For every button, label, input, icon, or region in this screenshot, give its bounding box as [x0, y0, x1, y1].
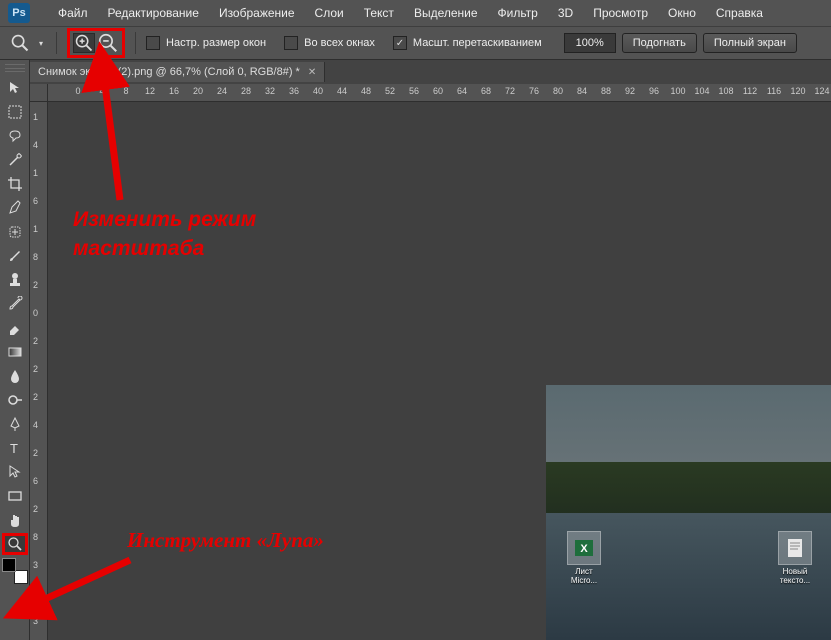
menu-help[interactable]: Справка: [706, 6, 773, 20]
toolbox: T: [0, 60, 30, 640]
blur-tool[interactable]: [2, 365, 28, 387]
rectangle-tool[interactable]: [2, 485, 28, 507]
document-tab-title: Снимок экрана (2).png @ 66,7% (Слой 0, R…: [38, 66, 300, 78]
svg-text:X: X: [580, 543, 588, 555]
dodge-tool[interactable]: [2, 389, 28, 411]
scrubby-zoom-checkbox[interactable]: ✓: [393, 36, 407, 50]
move-tool[interactable]: [2, 77, 28, 99]
tool-preset-dropdown[interactable]: ▾: [36, 39, 46, 48]
menu-filter[interactable]: Фильтр: [488, 6, 548, 20]
resize-windows-label: Настр. размер окон: [166, 37, 266, 49]
menu-window[interactable]: Окно: [658, 6, 706, 20]
svg-text:T: T: [10, 441, 18, 456]
toolbox-grip[interactable]: [5, 64, 25, 72]
full-screen-button[interactable]: Полный экран: [703, 33, 797, 53]
type-tool[interactable]: T: [2, 437, 28, 459]
menu-image[interactable]: Изображение: [209, 6, 305, 20]
horizontal-ruler[interactable]: 0481216202428323640444852566064687276808…: [48, 84, 831, 102]
menu-select[interactable]: Выделение: [404, 6, 488, 20]
canvas-image-content: X Лист Micro... Новый тексто...: [546, 385, 831, 640]
annotation-zoom-tool: Инструмент «Лупа»: [127, 528, 324, 553]
desktop-text-icon: Новый тексто...: [775, 531, 815, 585]
zoom-percentage-button[interactable]: 100%: [564, 33, 616, 53]
eyedropper-tool[interactable]: [2, 197, 28, 219]
path-selection-tool[interactable]: [2, 461, 28, 483]
marquee-tool[interactable]: [2, 101, 28, 123]
app-logo: Ps: [8, 3, 30, 23]
options-bar: ▾ Настр. размер окон Во всех окнах ✓ Мас…: [0, 26, 831, 60]
zoom-tool[interactable]: [2, 533, 28, 555]
stamp-tool[interactable]: [2, 269, 28, 291]
eraser-tool[interactable]: [2, 317, 28, 339]
menu-text[interactable]: Текст: [354, 6, 404, 20]
menu-view[interactable]: Просмотр: [583, 6, 658, 20]
zoom-tool-preset[interactable]: [10, 33, 30, 53]
document-tab[interactable]: Снимок экрана (2).png @ 66,7% (Слой 0, R…: [30, 62, 325, 82]
magic-wand-tool[interactable]: [2, 149, 28, 171]
menu-edit[interactable]: Редактирование: [98, 6, 209, 20]
fit-screen-button[interactable]: Подогнать: [622, 33, 697, 53]
canvas-area[interactable]: X Лист Micro... Новый тексто...: [48, 102, 831, 640]
healing-brush-tool[interactable]: [2, 221, 28, 243]
document-area: Снимок экрана (2).png @ 66,7% (Слой 0, R…: [30, 60, 831, 640]
scrubby-zoom-label: Масшт. перетаскиванием: [413, 37, 542, 49]
zoom-in-mode-button[interactable]: [73, 33, 95, 53]
ruler-corner: [30, 84, 48, 102]
document-tab-bar: Снимок экрана (2).png @ 66,7% (Слой 0, R…: [30, 60, 831, 84]
annotation-zoom-mode: Изменить режим мастштаба: [73, 205, 256, 263]
menu-bar: Ps Файл Редактирование Изображение Слои …: [0, 0, 831, 26]
crop-tool[interactable]: [2, 173, 28, 195]
resize-windows-checkbox[interactable]: [146, 36, 160, 50]
brush-tool[interactable]: [2, 245, 28, 267]
desktop-excel-icon: X Лист Micro...: [564, 531, 604, 585]
divider: [135, 32, 136, 54]
all-windows-checkbox[interactable]: [284, 36, 298, 50]
history-brush-tool[interactable]: [2, 293, 28, 315]
pen-tool[interactable]: [2, 413, 28, 435]
all-windows-label: Во всех окнах: [304, 37, 375, 49]
hand-tool[interactable]: [2, 509, 28, 531]
lasso-tool[interactable]: [2, 125, 28, 147]
zoom-out-mode-button[interactable]: [97, 33, 119, 53]
menu-file[interactable]: Файл: [48, 6, 98, 20]
close-tab-icon[interactable]: ✕: [308, 67, 316, 78]
zoom-mode-group-highlight: [67, 28, 125, 58]
menu-3d[interactable]: 3D: [548, 6, 583, 20]
vertical-ruler[interactable]: 14161820222426283032: [30, 102, 48, 640]
gradient-tool[interactable]: [2, 341, 28, 363]
menu-layers[interactable]: Слои: [305, 6, 354, 20]
color-swatches[interactable]: [2, 558, 28, 584]
divider: [56, 32, 57, 54]
